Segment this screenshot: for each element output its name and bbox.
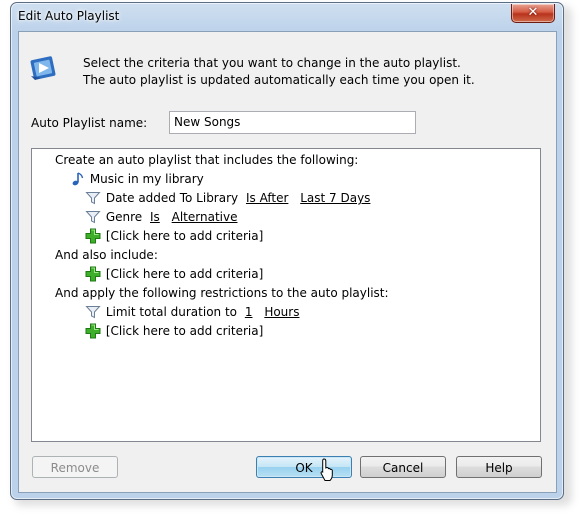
restriction-field-label: Limit total duration to xyxy=(105,305,238,319)
help-button[interactable]: Help xyxy=(456,456,542,478)
filter-icon xyxy=(85,305,101,318)
source-label: Music in my library xyxy=(89,172,204,186)
dialog-body: Select the criteria that you want to cha… xyxy=(18,31,557,493)
add-criteria-restriction[interactable]: [Click here to add criteria] xyxy=(85,322,263,341)
rule-value-link[interactable]: Last 7 Days xyxy=(300,189,370,208)
mouse-cursor-icon xyxy=(320,458,333,481)
restriction-value-link[interactable]: 1 xyxy=(245,303,253,322)
add-criteria-label: [Click here to add criteria] xyxy=(105,229,264,243)
also-include-header: And also include: xyxy=(55,248,158,262)
window-title: Edit Auto Playlist xyxy=(18,9,120,23)
restriction-unit-link[interactable]: Hours xyxy=(264,303,299,322)
filter-icon xyxy=(85,191,101,204)
instructions-line-1: Select the criteria that you want to cha… xyxy=(83,56,461,70)
add-plus-icon xyxy=(85,228,101,243)
add-plus-icon xyxy=(85,266,101,281)
playlist-name-label: Auto Playlist name: xyxy=(31,116,148,130)
restriction-duration[interactable]: Limit total duration to 1 Hours xyxy=(85,303,299,322)
rule-value-link[interactable]: Alternative xyxy=(172,208,238,227)
instructions-text: Select the criteria that you want to cha… xyxy=(83,55,475,89)
criteria-rule-date-added[interactable]: Date added To Library Is After Last 7 Da… xyxy=(85,189,370,208)
dialog-window: Edit Auto Playlist ✕ Select the criteria… xyxy=(10,2,564,500)
instructions-line-2: The auto playlist is updated automatical… xyxy=(83,73,475,87)
add-plus-icon xyxy=(85,323,101,338)
playlist-app-icon xyxy=(30,56,56,80)
rule-operator-link[interactable]: Is After xyxy=(246,189,288,208)
cancel-button[interactable]: Cancel xyxy=(360,456,446,478)
close-button[interactable]: ✕ xyxy=(511,4,555,23)
rule-field-label: Date added To Library xyxy=(105,191,239,205)
remove-button[interactable]: Remove xyxy=(32,456,118,478)
add-criteria-label: [Click here to add criteria] xyxy=(105,267,264,281)
add-criteria-include[interactable]: [Click here to add criteria] xyxy=(85,227,263,246)
criteria-tree[interactable]: Create an auto playlist that includes th… xyxy=(31,148,541,442)
source-item[interactable]: Music in my library xyxy=(69,170,204,189)
add-criteria-label: [Click here to add criteria] xyxy=(105,324,264,338)
ok-button[interactable]: OK xyxy=(256,456,352,478)
includes-header: Create an auto playlist that includes th… xyxy=(55,153,359,167)
rule-operator-link[interactable]: Is xyxy=(150,208,160,227)
restrictions-header: And apply the following restrictions to … xyxy=(55,286,389,300)
criteria-rule-genre[interactable]: Genre Is Alternative xyxy=(85,208,237,227)
add-criteria-also[interactable]: [Click here to add criteria] xyxy=(85,265,263,284)
music-note-icon xyxy=(72,171,84,185)
title-bar[interactable]: Edit Auto Playlist ✕ xyxy=(11,3,563,31)
rule-field-label: Genre xyxy=(105,210,143,224)
playlist-name-input[interactable] xyxy=(169,111,416,134)
filter-icon xyxy=(85,210,101,223)
close-icon: ✕ xyxy=(527,5,539,20)
